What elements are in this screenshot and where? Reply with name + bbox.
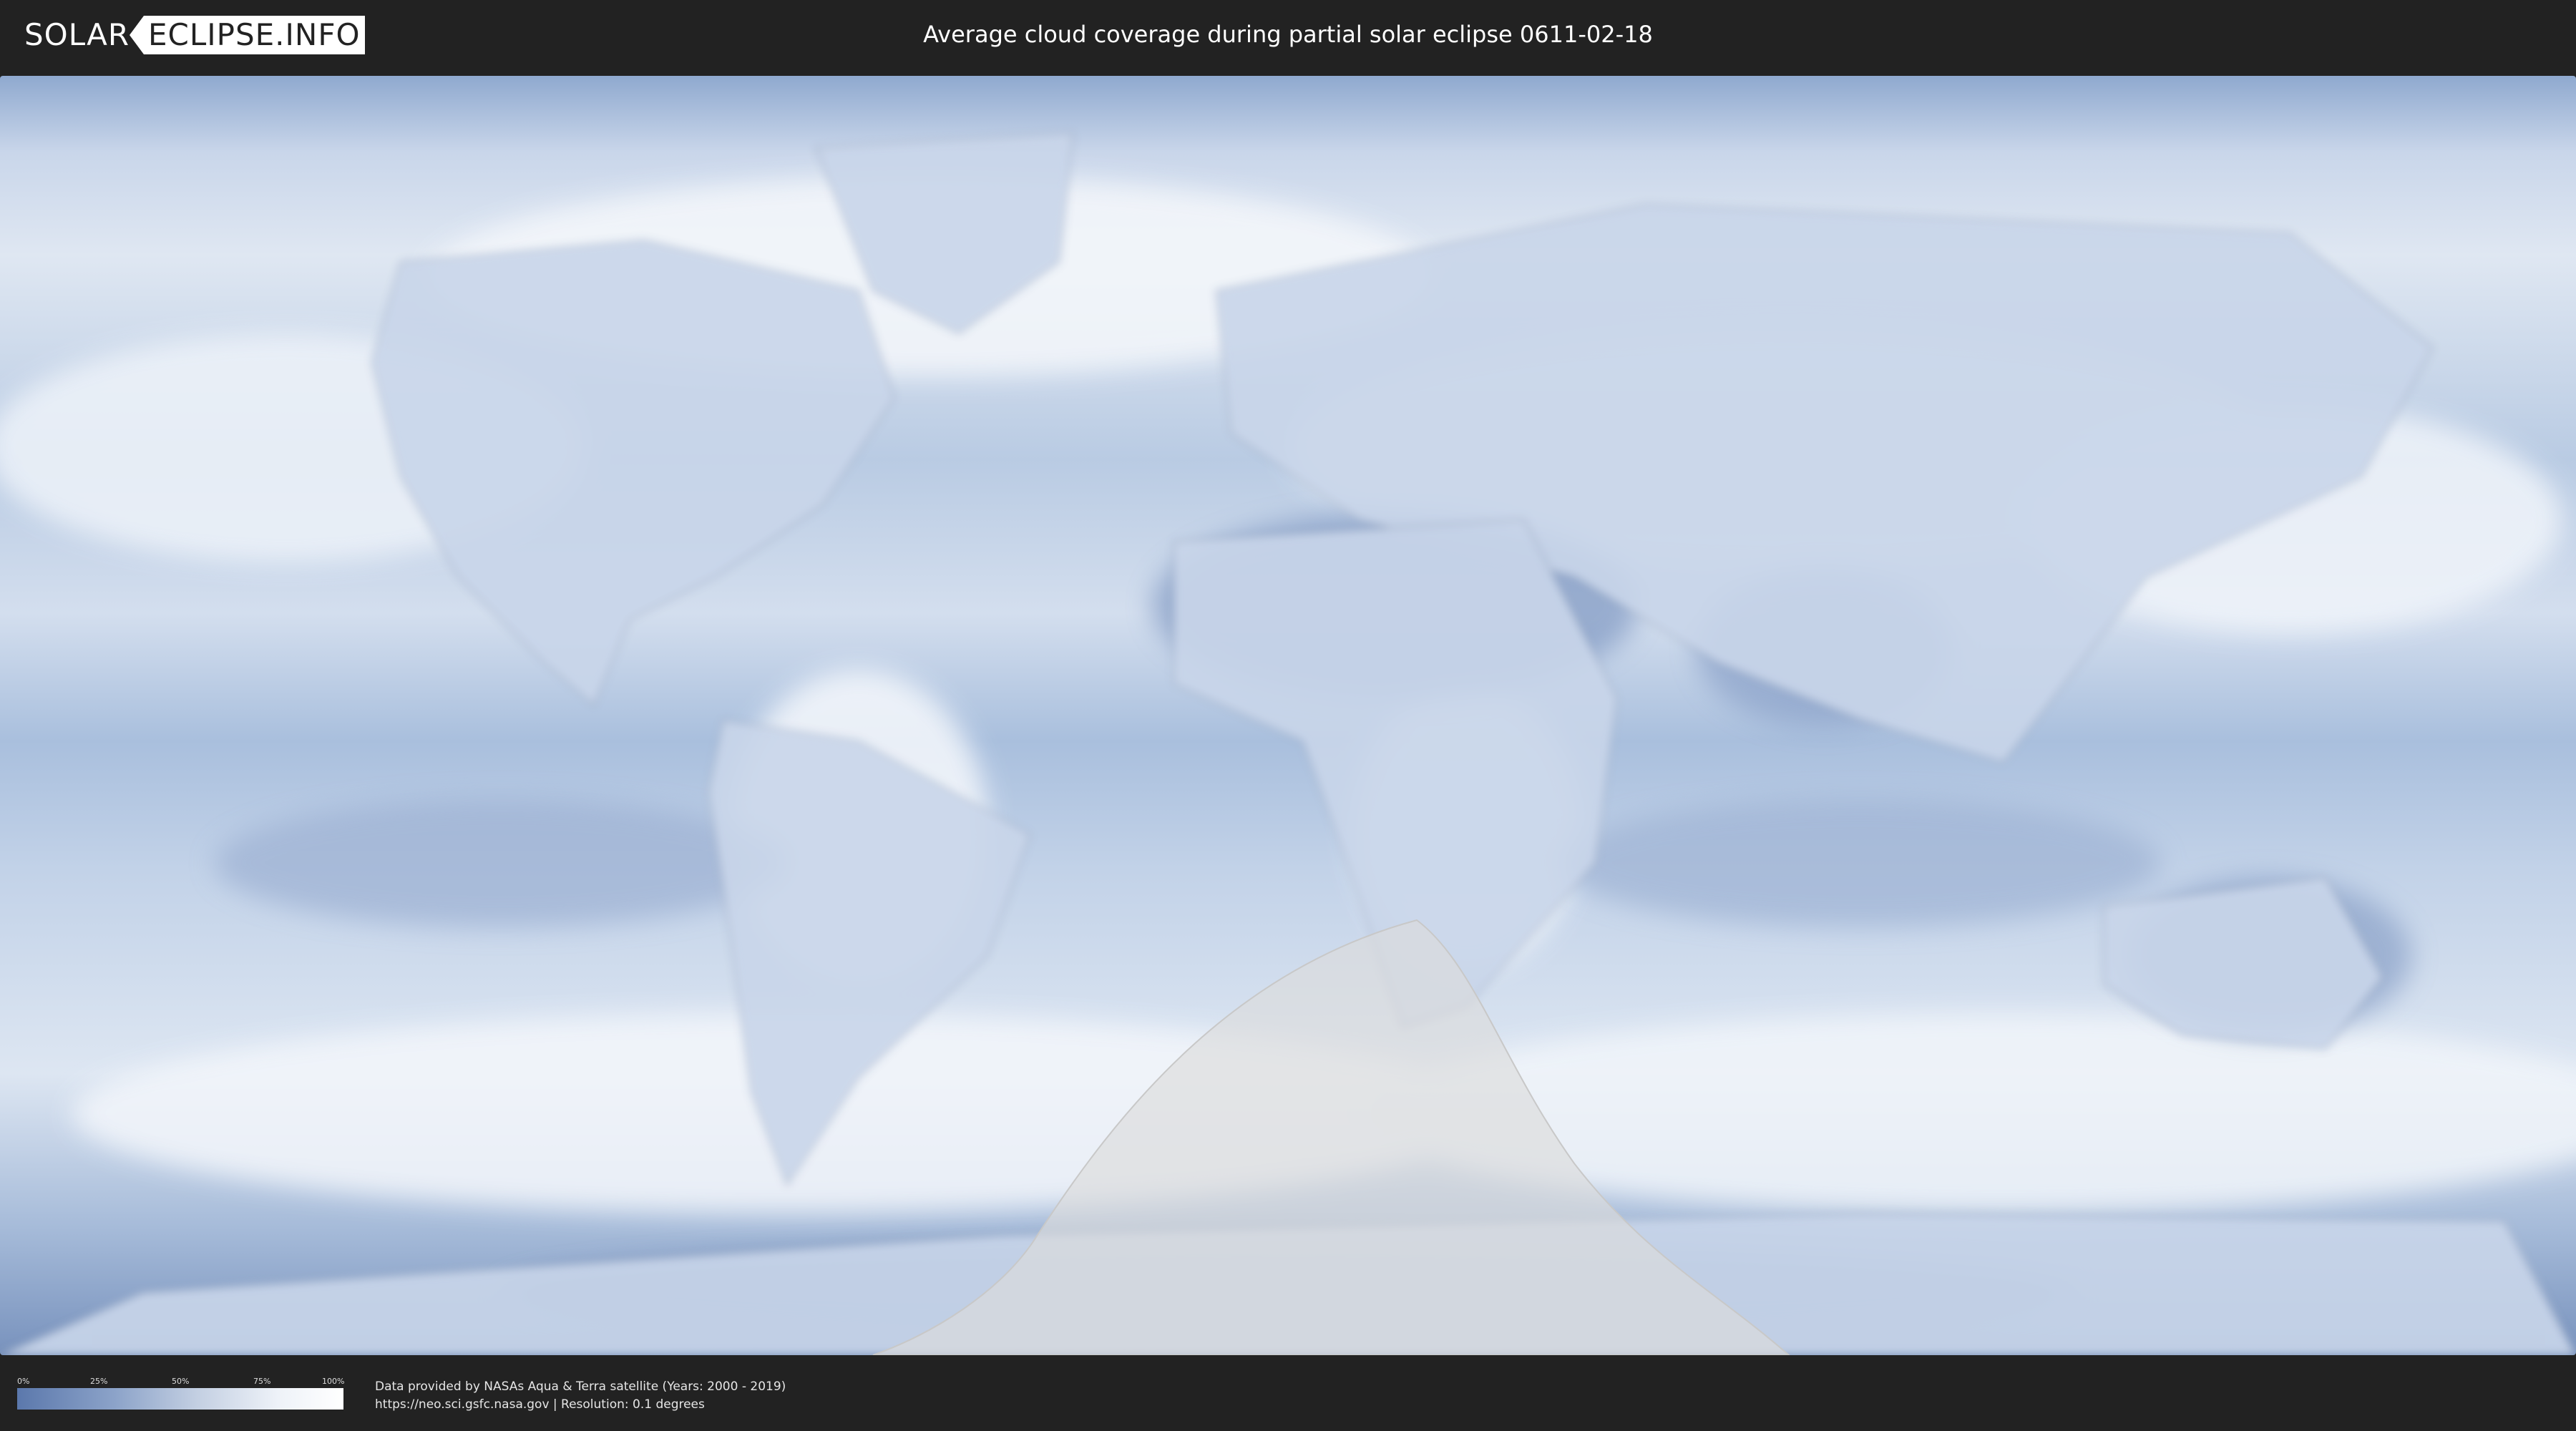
legend-gradient-bar (17, 1388, 343, 1410)
data-credit: Data provided by NASAs Aqua & Terra sate… (375, 1378, 786, 1414)
legend-tick-0: 0% (17, 1377, 30, 1386)
credit-line-1: Data provided by NASAs Aqua & Terra sate… (375, 1379, 786, 1394)
north-america-shape (371, 239, 896, 707)
legend-ticks: 0% 25% 50% 75% 100% (17, 1377, 345, 1388)
legend-tick-75: 75% (253, 1377, 271, 1386)
legend-tick-100: 100% (322, 1377, 345, 1386)
header-bar: SOLAR ECLIPSE.INFO Average cloud coverag… (0, 0, 2576, 70)
cloud-coverage-legend: 0% 25% 50% 75% 100% (17, 1377, 345, 1410)
credit-line-2: https://neo.sci.gsfc.nasa.gov | Resoluti… (375, 1397, 705, 1412)
legend-tick-50: 50% (172, 1377, 190, 1386)
world-map-svg (0, 132, 2576, 1355)
page-title: Average cloud coverage during partial so… (923, 21, 1653, 48)
legend-tick-25: 25% (90, 1377, 108, 1386)
cloud-coverage-map[interactable] (0, 76, 2576, 1355)
